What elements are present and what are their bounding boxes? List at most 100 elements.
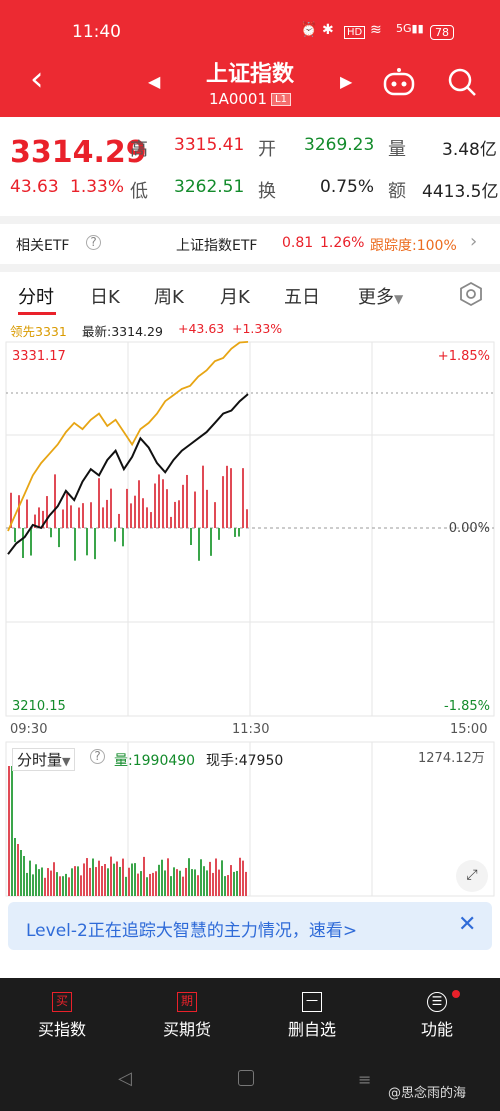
strength-bar bbox=[70, 505, 72, 528]
volume-bar bbox=[50, 870, 52, 896]
amount-value: 4413.5亿 bbox=[422, 182, 499, 202]
tab-monthly-k[interactable]: 月K bbox=[220, 283, 250, 309]
strength-bar bbox=[102, 507, 104, 528]
time-mid-label: 11:30 bbox=[232, 722, 270, 737]
strength-bar bbox=[170, 516, 172, 528]
expand-icon[interactable]: ⤢ bbox=[456, 860, 488, 892]
nav-back-icon[interactable]: ◁ bbox=[118, 1068, 132, 1089]
volume-bar bbox=[53, 862, 55, 896]
volume-bar bbox=[71, 868, 73, 896]
robot-icon[interactable] bbox=[382, 66, 416, 98]
nav-home-icon[interactable] bbox=[238, 1070, 254, 1086]
tab-intraday[interactable]: 分时 bbox=[18, 283, 54, 309]
banner-text: Level-2正在追踪大智慧的主力情况，速看> bbox=[26, 921, 358, 941]
volume-bar bbox=[47, 868, 49, 896]
etf-price: 0.81 bbox=[282, 235, 314, 251]
notification-dot bbox=[452, 990, 460, 998]
volume-bar bbox=[215, 858, 217, 896]
strength-bar bbox=[194, 491, 196, 528]
volume-selector[interactable]: 分时量▼ bbox=[12, 748, 76, 771]
volume-bar bbox=[245, 871, 247, 896]
volume-value: 3.48亿 bbox=[442, 140, 497, 160]
volume-bar bbox=[35, 864, 37, 896]
volume-bar bbox=[161, 859, 163, 896]
strength-bar bbox=[190, 528, 192, 545]
close-icon[interactable]: ✕ bbox=[458, 912, 476, 937]
strength-bar bbox=[122, 528, 124, 547]
settings-icon[interactable] bbox=[458, 281, 484, 307]
alarm-icon: ⏰ bbox=[300, 22, 318, 38]
volume-bar bbox=[95, 867, 97, 896]
volume-bar bbox=[29, 860, 31, 896]
strength-bar bbox=[162, 479, 164, 528]
strength-bar bbox=[242, 468, 244, 528]
strength-bar bbox=[126, 488, 128, 528]
volume-bar bbox=[137, 873, 139, 896]
nav-functions[interactable]: ☰ 功能 bbox=[387, 990, 487, 1040]
help-icon[interactable]: ? bbox=[90, 749, 105, 764]
caret-down-icon: ▼ bbox=[394, 292, 404, 306]
nav-recent-icon[interactable]: ≡ bbox=[358, 1070, 371, 1089]
strength-bar bbox=[186, 474, 188, 528]
page-title: 上证指数 bbox=[205, 62, 294, 87]
volume-bar bbox=[62, 876, 64, 896]
strength-bar bbox=[18, 495, 20, 528]
level-tag: L1 bbox=[271, 93, 291, 106]
strength-bar bbox=[150, 512, 152, 528]
y-min-pct-label: -1.85% bbox=[444, 699, 490, 714]
latest-label: 最新:3314.29 bbox=[82, 324, 163, 339]
volume-bar bbox=[38, 869, 40, 896]
volume-bar bbox=[77, 866, 79, 896]
signal-icon: 5G▮▮ bbox=[396, 22, 424, 35]
search-icon[interactable] bbox=[446, 66, 478, 98]
price-change: 43.63 bbox=[10, 177, 59, 197]
volume-bar bbox=[140, 871, 142, 896]
remove-watchlist-icon: 一 bbox=[302, 992, 322, 1012]
high-label: 高 bbox=[130, 139, 148, 160]
volume-bar bbox=[44, 877, 46, 896]
strength-bar bbox=[50, 528, 52, 538]
volume-bar bbox=[14, 838, 16, 896]
nav-buy-index[interactable]: 买买指数 bbox=[12, 990, 112, 1040]
volume-bar bbox=[119, 866, 121, 896]
volume-bar bbox=[41, 867, 43, 896]
tab-five-day[interactable]: 五日 bbox=[284, 283, 320, 309]
volume-bar bbox=[176, 869, 178, 896]
intraday-chart[interactable]: 3331.17 +1.85% 0.00% 3210.15 -1.85% bbox=[0, 340, 500, 720]
strength-bar bbox=[86, 528, 88, 556]
related-etf-row[interactable]: 相关ETF ? 上证指数ETF 0.81 1.26% 跟踪度:100% › bbox=[0, 225, 500, 263]
amount-label: 额 bbox=[388, 181, 406, 202]
tab-daily-k[interactable]: 日K bbox=[90, 283, 120, 309]
volume-bar bbox=[92, 858, 94, 896]
y-max-label: 3331.17 bbox=[12, 349, 66, 364]
volume-bar bbox=[146, 877, 148, 896]
volume-bar bbox=[83, 863, 85, 896]
time-end-label: 15:00 bbox=[450, 722, 488, 737]
level2-banner[interactable]: Level-2正在追踪大智慧的主力情况，速看> ✕ bbox=[8, 902, 492, 950]
volume-bar bbox=[179, 870, 181, 896]
tab-more[interactable]: 更多▼ bbox=[358, 283, 403, 309]
volume-bar bbox=[116, 861, 118, 896]
volume-bar bbox=[209, 861, 211, 896]
volume-label: 分时量 bbox=[17, 751, 63, 769]
volume-bar bbox=[185, 867, 187, 896]
volume-bar bbox=[164, 870, 166, 896]
volume-bar bbox=[194, 869, 196, 896]
chevron-right-icon: › bbox=[470, 231, 478, 252]
strength-bar bbox=[222, 476, 224, 528]
code-text: 1A0001 bbox=[209, 90, 268, 108]
tab-weekly-k[interactable]: 周K bbox=[154, 283, 184, 309]
strength-bar bbox=[174, 501, 176, 528]
chart-tabs: 分时 日K 周K 月K 五日 更多▼ bbox=[0, 272, 500, 316]
quote-panel: 3314.29 43.63 1.33% 高 3315.41 开 3269.23 … bbox=[0, 117, 500, 202]
strength-bar bbox=[14, 528, 16, 543]
strength-bar bbox=[206, 489, 208, 528]
volume-bar bbox=[203, 866, 205, 896]
help-icon[interactable]: ? bbox=[86, 235, 101, 250]
low-value: 3262.51 bbox=[174, 177, 245, 197]
nav-remove-watchlist[interactable]: 一删自选 bbox=[262, 990, 362, 1040]
volume-bar bbox=[197, 875, 199, 896]
strength-bar bbox=[46, 496, 48, 528]
etf-track: 跟踪度:100% bbox=[370, 238, 457, 254]
nav-buy-futures[interactable]: 期买期货 bbox=[137, 990, 237, 1040]
